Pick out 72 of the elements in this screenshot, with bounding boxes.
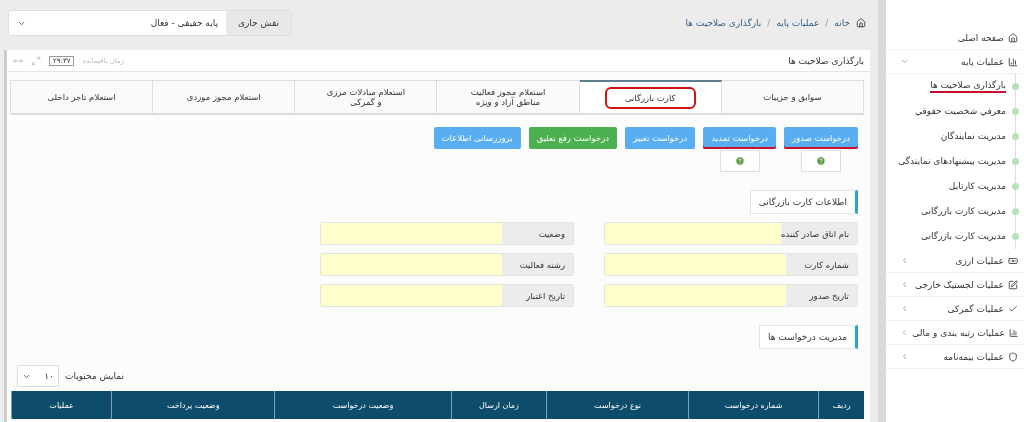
submenu-item[interactable]: مدیریت کارتابل: [886, 174, 1015, 199]
role-value: پایه حقیقی - فعال: [150, 18, 218, 28]
info-field[interactable]: وضعیت: [320, 222, 574, 245]
help-icon: [816, 156, 826, 166]
breadcrumb-link[interactable]: خانه: [834, 18, 850, 28]
help-box[interactable]: [801, 150, 841, 172]
column-header: نوع درخواست: [546, 391, 688, 419]
chevron-left-icon: [900, 280, 909, 289]
submenu-item[interactable]: مدیریت پیشنهادهای نمایندگی: [886, 149, 1015, 174]
section-heading: اطلاعات کارت بازرگانی: [749, 190, 858, 214]
menu-item-icon: [1008, 56, 1018, 67]
tab[interactable]: استعلام تاجر داخلی: [9, 80, 154, 114]
chevron-left-icon: [900, 352, 909, 361]
bullet-icon: [1012, 233, 1019, 240]
menu-item-icon: [1008, 303, 1018, 314]
info-field[interactable]: نام اتاق صادر کننده: [604, 222, 858, 245]
column-header: وضعیت پرداخت: [111, 391, 275, 419]
bullet-icon: [1012, 108, 1019, 115]
breadcrumb-separator: /: [825, 18, 829, 28]
menu-item-icon: [1008, 32, 1018, 43]
column-header: ردیف: [818, 391, 864, 419]
info-field[interactable]: رشته فعالیت: [320, 253, 574, 276]
submenu-item[interactable]: مدیریت کارت بازرگانی: [886, 224, 1015, 249]
sidebar-item[interactable]: عملیات بیمه‌نامه: [886, 345, 1024, 369]
menu-item-icon: [1008, 351, 1018, 362]
info-field[interactable]: تاریخ صدور: [604, 284, 858, 307]
submenu-item[interactable]: مدیریت نمایندگان: [886, 124, 1015, 149]
tab[interactable]: استعلام مجوز فعالیت مناطق آزاد و ویژه: [436, 80, 580, 114]
menu-item-icon: [1008, 279, 1018, 290]
chevron-down-icon: [900, 57, 909, 66]
role-select[interactable]: نقش جاری پایه حقیقی - فعال: [8, 10, 292, 36]
info-field[interactable]: شماره کارت: [604, 253, 858, 276]
bullet-icon: [1012, 158, 1019, 165]
sidebar-item[interactable]: عملیات رتبه بندی و مالی: [886, 321, 1024, 345]
submenu-item[interactable]: معرفي شخصيت حقوقي: [886, 99, 1015, 124]
section-heading: مدیریت درخواست ها: [759, 325, 858, 349]
sidebar-item[interactable]: صفحه اصلی: [886, 26, 1024, 50]
panel-title: بارگذاری صلاحیت ها: [788, 55, 864, 66]
expand-icon[interactable]: [31, 55, 41, 66]
info-field[interactable]: تاریخ اعتبار: [320, 284, 574, 307]
breadcrumb-link[interactable]: عملیات پایه: [776, 18, 820, 28]
submenu-item[interactable]: مدیریت کارت بازرگانی: [886, 199, 1015, 224]
breadcrumb-link[interactable]: بارگذاری صلاحیت ها: [685, 18, 762, 28]
page-size-select[interactable]: ۱۰: [17, 365, 59, 387]
tab[interactable]: کارت بازرگانی: [578, 80, 722, 114]
column-header: عملیات: [11, 391, 112, 419]
bullet-icon: [1012, 208, 1019, 215]
breadcrumb-separator: /: [767, 18, 771, 28]
sidebar-item[interactable]: عملیات لجستیک خارجی: [886, 273, 1024, 297]
page-size-label: نمایش محتویات: [65, 371, 124, 381]
help-icon: [734, 156, 745, 166]
chevron-left-icon: [900, 304, 909, 313]
submenu-item[interactable]: بارگذاری صلاحیت ها: [886, 74, 1015, 99]
bullet-icon: [1012, 133, 1019, 140]
bullet-icon: [1012, 183, 1019, 190]
help-box[interactable]: [719, 150, 760, 172]
menu-item-icon: [1008, 327, 1018, 338]
tab[interactable]: استعلام مجوز موردی: [152, 80, 296, 114]
chevron-left-icon: [900, 256, 909, 265]
sidebar-item[interactable]: عملیات ارزی: [886, 249, 1024, 273]
column-header: شماره درخواست: [687, 391, 819, 419]
home-icon: [856, 18, 866, 28]
bullet-icon: [1012, 83, 1019, 90]
tab[interactable]: سوابق و جزییات: [720, 80, 864, 114]
sidebar-item[interactable]: عملیات گمرکی: [886, 297, 1024, 321]
column-header: زمان ارسال: [450, 391, 547, 419]
sidebar-item[interactable]: عملیات پایه: [886, 50, 1024, 74]
tab[interactable]: استعلام مبادلات مرزی و گمرکی: [294, 80, 438, 114]
menu-item-icon: [1008, 255, 1018, 266]
role-label: نقش جاری: [225, 11, 291, 35]
column-header: وضعیت درخواست: [274, 391, 451, 419]
chevron-left-icon: [900, 328, 909, 337]
